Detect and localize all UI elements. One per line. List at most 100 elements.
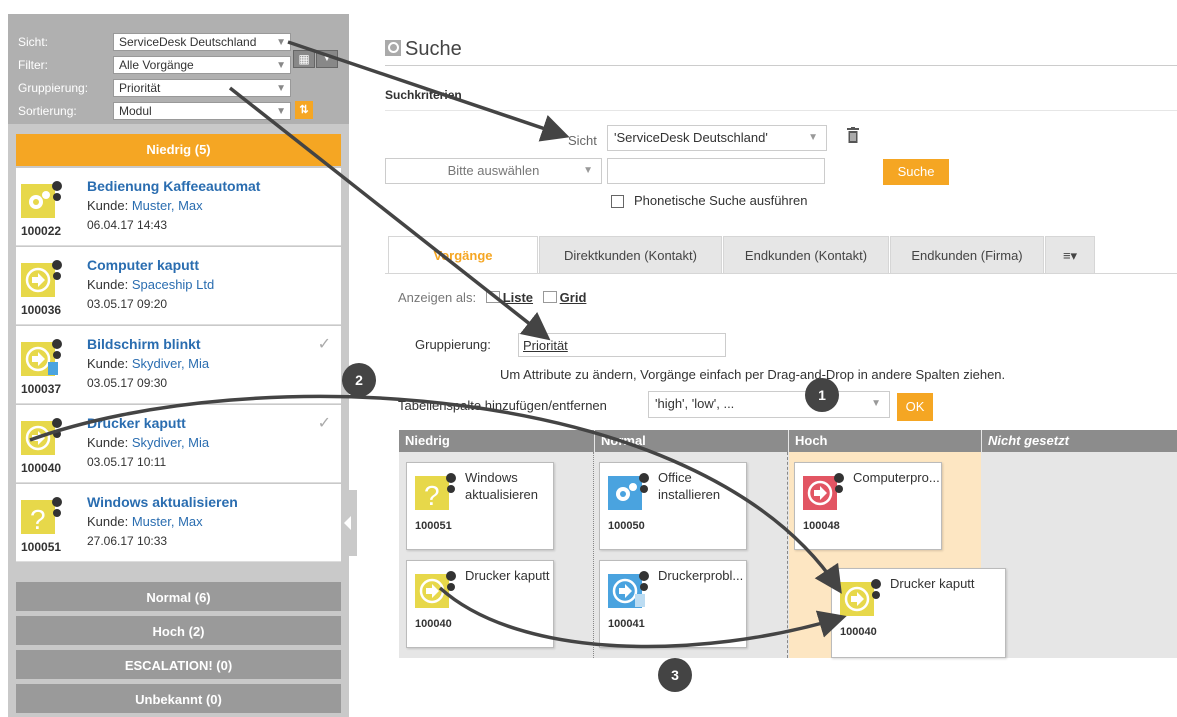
more-tabs-icon[interactable]: ≡▾ (1045, 236, 1095, 274)
sicht-select[interactable]: 'ServiceDesk Deutschland' ▼ (607, 125, 827, 151)
ticket-title[interactable]: Bildschirm blinkt (87, 336, 201, 352)
group-hoch-header[interactable]: Hoch (2) (16, 614, 341, 645)
ticket-number: 100022 (21, 224, 62, 238)
tab-endkunden-kontakt[interactable]: Endkunden (Kontakt) (723, 236, 889, 274)
ok-button[interactable]: OK (897, 393, 933, 421)
group-niedrig-header[interactable]: Niedrig (5) (16, 134, 341, 166)
kanban-card[interactable]: Druckerprobl... 100041 (599, 560, 747, 648)
step-badge-2: 2 (342, 363, 376, 397)
sorting-label: Sortierung: (18, 104, 77, 118)
column-select[interactable]: 'high', 'low', ... ▼ (648, 391, 890, 418)
group-unbekannt-header[interactable]: Unbekannt (0) (16, 682, 341, 713)
grid-icon (542, 291, 557, 303)
card-number: 100050 (608, 520, 645, 532)
tab-endkunden-firma[interactable]: Endkunden (Firma) (890, 236, 1044, 274)
phonetic-checkbox[interactable] (611, 195, 624, 208)
section-title: Suchkriterien (385, 88, 462, 102)
divider (385, 65, 1177, 66)
ticket-date: 03.05.17 09:30 (87, 376, 168, 390)
grouping-label: Gruppierung: (18, 81, 89, 95)
svg-text:?: ? (424, 480, 440, 510)
card-number: 100048 (803, 520, 840, 532)
grouping-field[interactable]: Priorität (518, 333, 726, 357)
arrow-circle-icon (21, 418, 62, 455)
ticket-title[interactable]: Bedienung Kaffeeautomat (87, 178, 260, 194)
ticket-customer: Kunde: Muster, Max (87, 198, 203, 213)
grouping-field-label: Gruppierung: (415, 337, 491, 352)
view-select[interactable]: ServiceDesk Deutschland ▼ (113, 33, 291, 51)
ticket-customer: Kunde: Muster, Max (87, 514, 203, 529)
grouping-select[interactable]: Priorität ▼ (113, 79, 291, 97)
ticket-customer: Kunde: Skydiver, Mia (87, 356, 210, 371)
column-header-hoch: Hoch (789, 430, 981, 452)
ticket-title[interactable]: Computer kaputt (87, 257, 199, 273)
card-number: 100040 (840, 626, 877, 638)
kanban-card[interactable]: ? Windows aktualisieren 100051 (406, 462, 554, 550)
sorting-select[interactable]: Modul ▼ (113, 102, 291, 120)
trash-icon[interactable] (847, 127, 859, 143)
view-filter-row: Sicht: ServiceDesk Deutschland ▼ ▦ ▼ (8, 32, 349, 68)
arrow-circle-icon (608, 571, 649, 608)
kanban-card[interactable]: Computerpro... 100048 (794, 462, 942, 550)
card-title: Druckerprobl... (658, 568, 744, 583)
view-switch: Anzeigen als: Liste Grid (398, 290, 587, 305)
ticket-date: 27.06.17 10:33 (87, 534, 168, 548)
column-header-niedrig: Niedrig (399, 430, 594, 452)
tab-direktkunden[interactable]: Direktkunden (Kontakt) (539, 236, 722, 274)
list-item[interactable]: 100040 Drucker kaputt Kunde: Skydiver, M… (16, 405, 341, 483)
gear-icon (608, 473, 649, 510)
divider (385, 273, 1177, 274)
list-item[interactable]: 100036 Computer kaputt Kunde: Spaceship … (16, 247, 341, 325)
card-title: Windows aktualisieren (465, 470, 538, 502)
list-item[interactable]: 100022 Bedienung Kaffeeautomat Kunde: Mu… (16, 168, 341, 246)
ticket-customer: Kunde: Spaceship Ltd (87, 277, 215, 292)
kanban-card-dragging[interactable]: Drucker kaputt 100040 (831, 568, 1006, 658)
gear-icon (21, 181, 62, 218)
sort-direction-icon[interactable]: ⇅ (295, 101, 313, 119)
list-item[interactable]: ? 100051 Windows aktualisieren Kunde: Mu… (16, 484, 341, 562)
ticket-number: 100037 (21, 382, 62, 396)
sicht-label: Sicht (568, 133, 597, 148)
filter-select[interactable]: Alle Vorgänge ▼ (113, 56, 291, 74)
view-grid-link[interactable]: Grid (560, 290, 587, 305)
ticket-date: 03.05.17 09:20 (87, 297, 168, 311)
ticket-date: 06.04.17 14:43 (87, 218, 168, 232)
list-item[interactable]: 100037 Bildschirm blinkt Kunde: Skydiver… (16, 326, 341, 404)
card-title: Office installieren (658, 470, 721, 502)
ticket-title[interactable]: Windows aktualisieren (87, 494, 238, 510)
arrow-circle-icon (840, 579, 881, 616)
list-icon (485, 291, 500, 303)
search-icon (385, 40, 401, 56)
step-badge-1: 1 (805, 378, 839, 412)
kanban-board: Niedrig Normal Hoch Nicht gesetzt ? Wind… (399, 430, 1177, 658)
question-icon: ? (415, 473, 456, 510)
card-number: 100040 (415, 618, 452, 630)
card-title: Drucker kaputt (890, 576, 975, 591)
attribute-select[interactable]: Bitte auswählen ▼ (385, 158, 602, 184)
kanban-card[interactable]: Office installieren 100050 (599, 462, 747, 550)
column-header-nicht-gesetzt: Nicht gesetzt (982, 430, 1177, 452)
chevron-down-icon: ▼ (276, 37, 286, 48)
collapse-handle[interactable] (341, 490, 357, 556)
card-title: Computerpro... (853, 470, 940, 485)
chevron-down-icon: ▼ (276, 60, 286, 71)
group-escalation-header[interactable]: ESCALATION! (0) (16, 648, 341, 679)
step-badge-3: 3 (658, 658, 692, 692)
search-input[interactable] (607, 158, 825, 184)
phonetic-label: Phonetische Suche ausführen (634, 193, 808, 208)
search-button[interactable]: Suche (883, 159, 949, 185)
divider (385, 110, 1177, 111)
arrow-circle-icon (21, 260, 62, 297)
view-list-link[interactable]: Liste (503, 290, 533, 305)
ticket-title[interactable]: Drucker kaputt (87, 415, 186, 431)
ticket-date: 03.05.17 10:11 (87, 455, 167, 469)
chevron-down-icon: ▼ (276, 83, 286, 94)
card-number: 100041 (608, 618, 645, 630)
tab-vorgaenge[interactable]: Vorgänge (388, 236, 538, 274)
group-normal-header[interactable]: Normal (6) (16, 580, 341, 611)
chevron-down-icon: ▼ (871, 398, 881, 409)
page-title: Suche (385, 38, 462, 61)
kanban-card[interactable]: Drucker kaputt 100040 (406, 560, 554, 648)
filter-box: Sicht: ServiceDesk Deutschland ▼ ▦ ▼ Filt… (8, 14, 349, 124)
arrow-circle-icon (803, 473, 844, 510)
